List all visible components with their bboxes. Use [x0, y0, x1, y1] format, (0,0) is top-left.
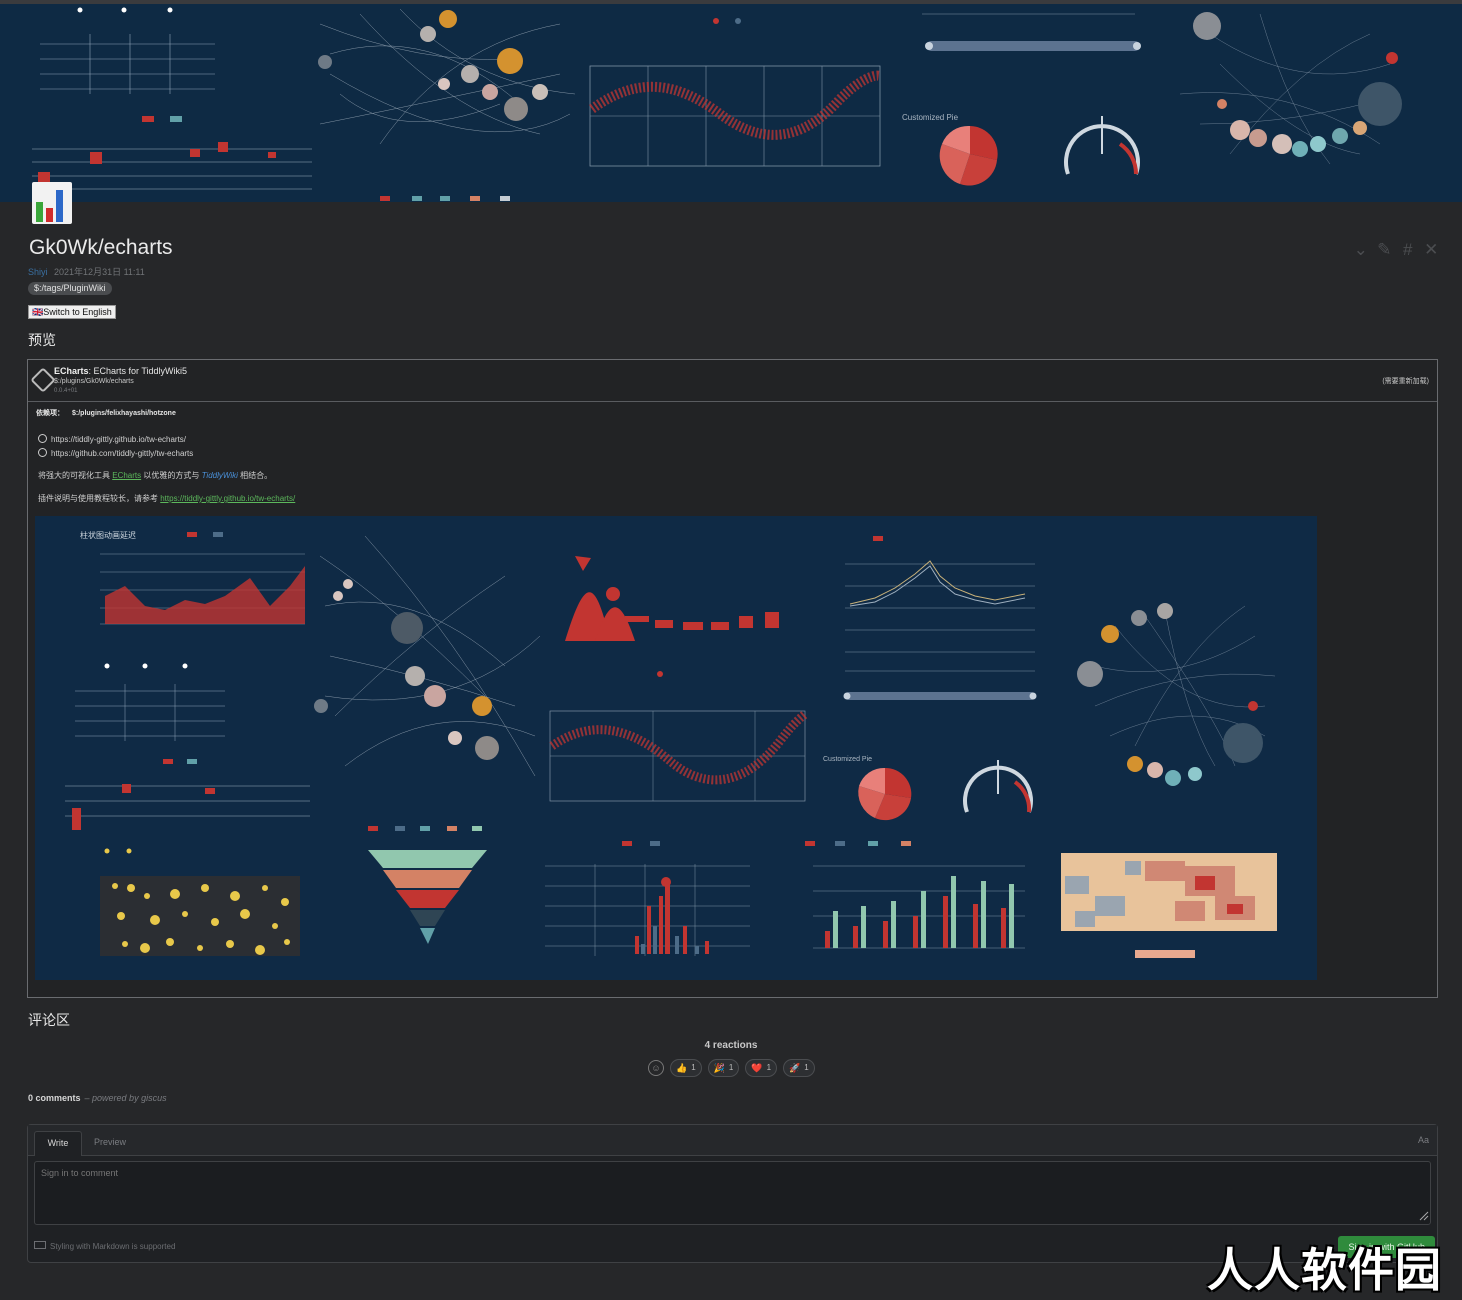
- link-docs[interactable]: https://tiddly-gittly.github.io/tw-echar…: [38, 434, 186, 444]
- dependency-line: 依赖项： $:/plugins/felixhayashi/hotzone: [36, 408, 176, 418]
- usage-text: 插件说明与使用教程较长，请参考: [38, 494, 158, 503]
- demo-pie-title: Customized Pie: [823, 756, 872, 763]
- post-date: 2021年12月31日 11:11: [54, 267, 145, 277]
- plugin-icon: [30, 367, 56, 393]
- bar-chart-icon: [36, 190, 63, 222]
- desc-part-a: 将强大的可视化工具: [38, 471, 110, 480]
- plugin-logo: [32, 182, 72, 224]
- editor-tabbar: Write Preview Aa: [28, 1125, 1437, 1156]
- reaction-emoji: 👍: [676, 1063, 688, 1073]
- hero-illustration: Customized Pie: [32, 7, 1402, 201]
- link-github[interactable]: https://github.com/tiddly-gittly/tw-echa…: [38, 448, 193, 458]
- text-size-icon[interactable]: Aa: [1418, 1135, 1429, 1145]
- demo-chart-title: 柱状图动画延迟: [80, 530, 136, 540]
- chevron-down-icon[interactable]: ⌄: [1351, 240, 1371, 260]
- preview-heading: 预览: [28, 332, 56, 348]
- echarts-link[interactable]: ECharts: [112, 471, 141, 480]
- switch-language-button[interactable]: 🇬🇧Switch to English: [28, 305, 116, 319]
- plugin-subtitle: : ECharts for TiddlyWiki5: [88, 366, 188, 376]
- permalink-icon[interactable]: #: [1398, 240, 1418, 260]
- plugin-header[interactable]: ECharts: ECharts for TiddlyWiki5 $:/plug…: [28, 360, 1437, 402]
- reload-note: (需要重新加载): [1382, 378, 1429, 385]
- reaction-tada[interactable]: 🎉 1: [707, 1059, 740, 1077]
- usage-line: 插件说明与使用教程较长，请参考 https://tiddly-gittly.gi…: [38, 493, 295, 504]
- tiddlywiki-link[interactable]: TiddlyWiki: [202, 471, 238, 480]
- reaction-heart[interactable]: ❤️ 1: [745, 1059, 778, 1077]
- reaction-emoji: 🎉: [713, 1063, 725, 1073]
- desc-part-b: 以优雅的方式与: [143, 471, 200, 480]
- tab-preview[interactable]: Preview: [94, 1131, 126, 1155]
- description-line: 将强大的可视化工具 ECharts 以优雅的方式与 TiddlyWiki 相结合…: [38, 470, 272, 481]
- author-link[interactable]: Shiyi: [28, 267, 48, 277]
- reactions-bar: ☺ 👍 1 🎉 1 ❤️ 1 🚀 1: [648, 1059, 815, 1077]
- reaction-emoji: 🚀: [789, 1063, 801, 1073]
- reaction-count: 1: [804, 1063, 809, 1072]
- reactions-title: 4 reactions: [704, 1040, 758, 1051]
- desc-part-c: 相结合。: [240, 471, 273, 480]
- resize-handle-icon[interactable]: [1419, 1211, 1429, 1221]
- demo-screenshot: 柱状图动画延迟 Customized Pie: [35, 516, 1317, 980]
- reaction-count: 1: [691, 1063, 696, 1072]
- link-icon: [38, 434, 47, 443]
- plugin-title: ECharts: ECharts for TiddlyWiki5: [54, 366, 187, 376]
- markdown-note: Styling with Markdown is supported: [34, 1241, 175, 1251]
- page-title: Gk0Wk/echarts: [29, 236, 173, 259]
- tag-pill[interactable]: $:/tags/PluginWiki: [28, 282, 112, 295]
- close-icon[interactable]: ✕: [1422, 240, 1442, 260]
- add-reaction-icon[interactable]: ☺: [648, 1060, 664, 1076]
- link-github-text[interactable]: https://github.com/tiddly-gittly/tw-echa…: [51, 449, 193, 458]
- reaction-count: 1: [728, 1063, 734, 1072]
- link-docs-text[interactable]: https://tiddly-gittly.github.io/tw-echar…: [51, 435, 186, 444]
- github-icon: [38, 448, 47, 457]
- markdown-icon: [34, 1241, 46, 1249]
- reaction-thumbs-up[interactable]: 👍 1: [670, 1059, 702, 1077]
- dependency-value[interactable]: $:/plugins/felixhayashi/hotzone: [72, 410, 176, 417]
- powered-by-giscus[interactable]: – powered by giscus: [85, 1093, 167, 1103]
- plugin-name: ECharts: [54, 366, 89, 376]
- reaction-rocket[interactable]: 🚀 1: [783, 1059, 815, 1077]
- edit-icon[interactable]: ✎: [1375, 240, 1395, 260]
- site-watermark: 人人软件园: [1207, 1244, 1442, 1296]
- page-meta: Shiyi 2021年12月31日 11:11: [28, 265, 145, 278]
- plugin-card: ECharts: ECharts for TiddlyWiki5 $:/plug…: [27, 359, 1438, 998]
- reaction-count: 1: [766, 1063, 772, 1072]
- comments-count: 0 comments – powered by giscus: [28, 1093, 167, 1103]
- tab-write[interactable]: Write: [34, 1131, 82, 1156]
- comment-input[interactable]: [34, 1161, 1431, 1225]
- tiddler-toolbar: ⌄ ✎ # ✕: [1351, 240, 1441, 260]
- reaction-emoji: ❤️: [751, 1063, 763, 1073]
- demo-illustration: 柱状图动画延迟 Customized Pie: [65, 530, 1277, 958]
- plugin-path: $:/plugins/Gk0Wk/echarts: [54, 378, 134, 385]
- comments-count-label: 0 comments: [28, 1093, 81, 1103]
- dependency-label: 依赖项：: [36, 410, 64, 417]
- hero-banner: Customized Pie: [0, 4, 1462, 202]
- hero-pie-title: Customized Pie: [902, 113, 959, 122]
- comments-heading: 评论区: [28, 1012, 70, 1028]
- markdown-note-text: Styling with Markdown is supported: [50, 1242, 176, 1251]
- usage-link[interactable]: https://tiddly-gittly.github.io/tw-echar…: [160, 494, 295, 503]
- plugin-version: 0.0.4+01: [54, 388, 78, 394]
